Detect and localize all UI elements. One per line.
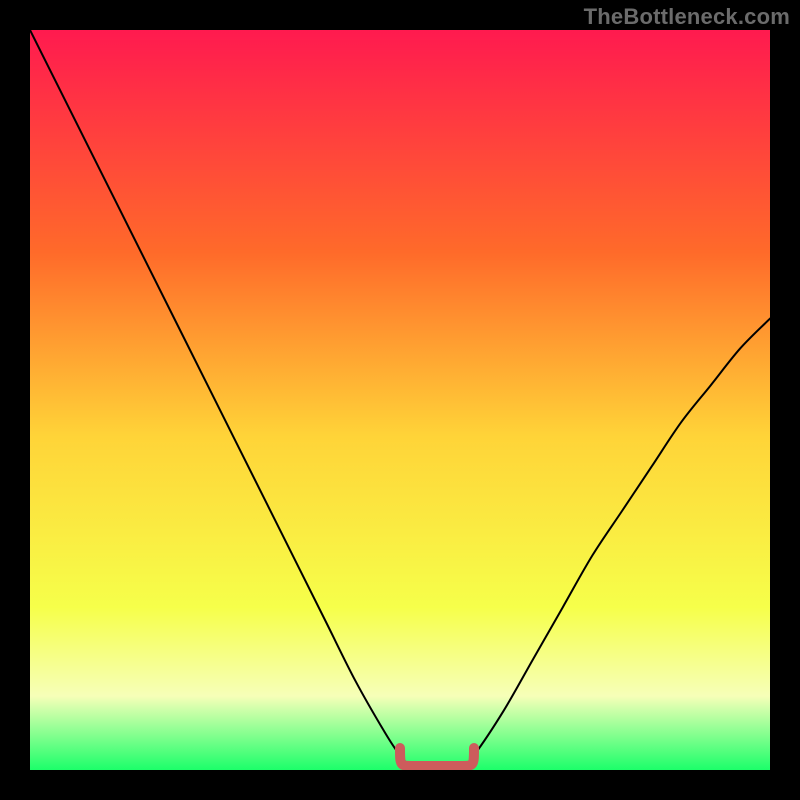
chart-frame: TheBottleneck.com [0, 0, 800, 800]
plot-area [30, 30, 770, 770]
gradient-background [30, 30, 770, 770]
bottleneck-chart [30, 30, 770, 770]
watermark-text: TheBottleneck.com [584, 4, 790, 30]
